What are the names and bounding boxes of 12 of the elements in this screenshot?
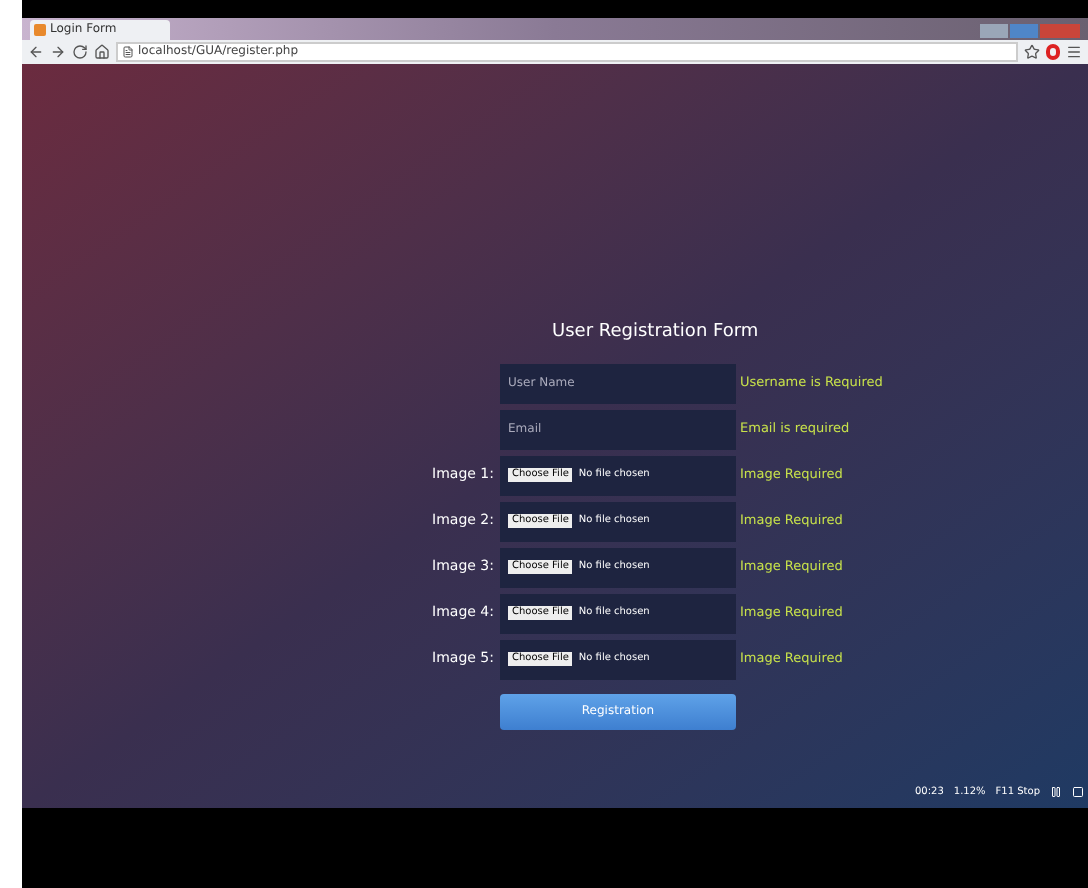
back-icon[interactable]: [28, 44, 44, 60]
home-icon[interactable]: [94, 44, 110, 60]
menu-icon[interactable]: [1066, 44, 1082, 60]
stop-icon[interactable]: [1072, 786, 1084, 799]
star-icon[interactable]: [1024, 44, 1040, 60]
opera-icon[interactable]: [1046, 44, 1060, 60]
form-title: User Registration Form: [552, 320, 761, 346]
forward-icon[interactable]: [50, 44, 66, 60]
pause-icon[interactable]: [1050, 786, 1062, 799]
page-icon: [122, 46, 134, 58]
tab-favicon-icon: [34, 24, 46, 36]
reload-icon[interactable]: [72, 44, 88, 60]
